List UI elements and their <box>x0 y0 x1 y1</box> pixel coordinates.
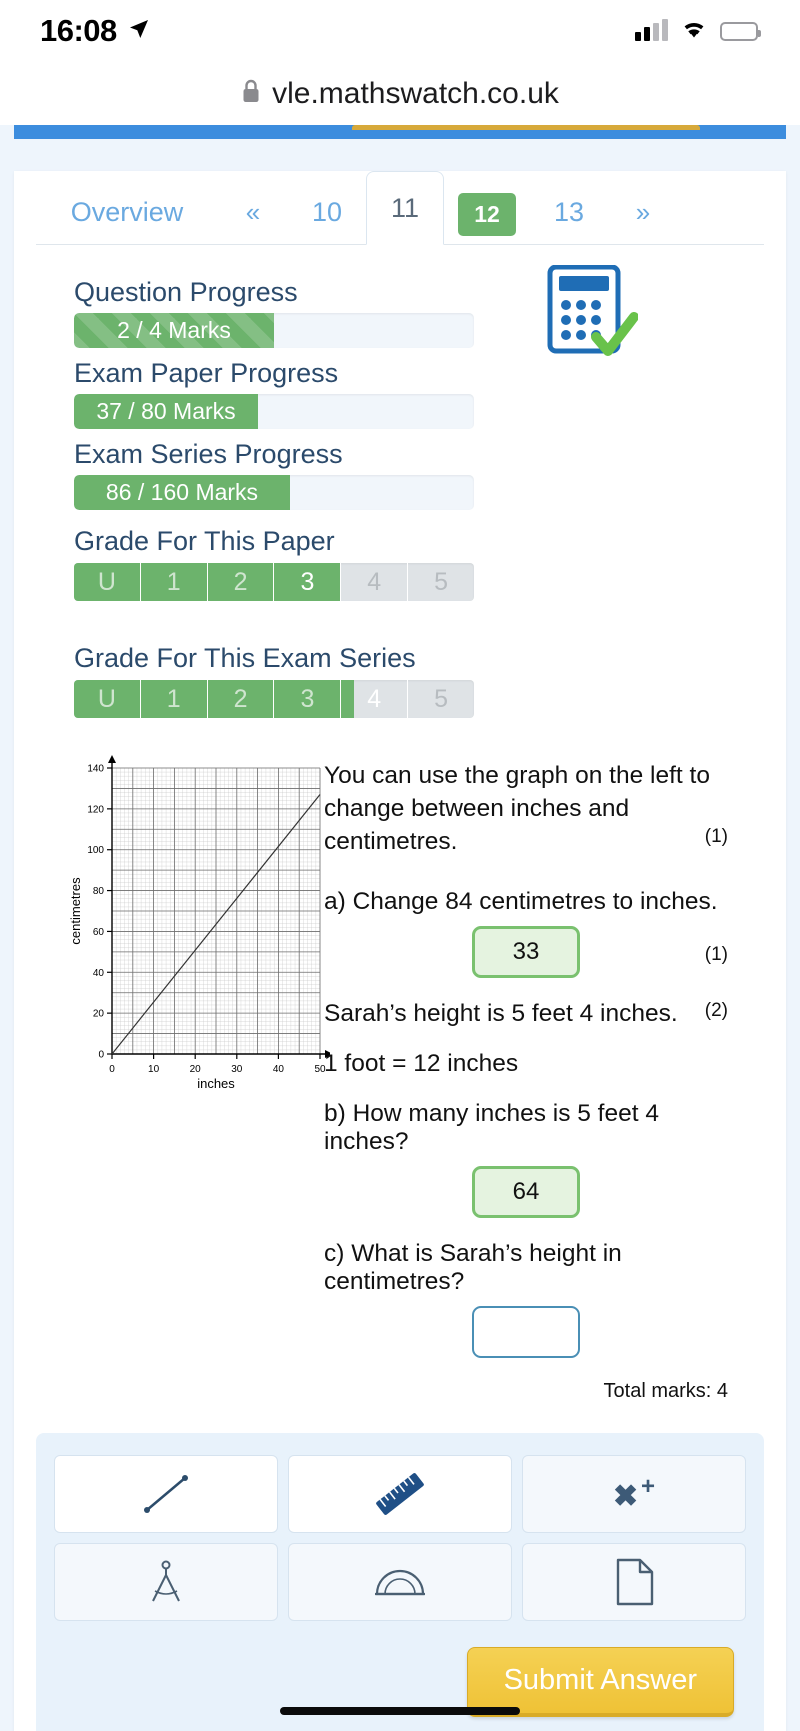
svg-text:60: 60 <box>93 927 105 938</box>
svg-text:10: 10 <box>148 1064 160 1075</box>
location-arrow-icon <box>127 17 151 46</box>
lock-icon <box>241 78 261 109</box>
tool-formula-icon[interactable]: ✖ + <box>522 1455 746 1534</box>
question-intro: You can use the graph on the left to cha… <box>324 762 710 855</box>
calculator-allowed-icon <box>546 264 639 368</box>
answer-box-a[interactable]: 33 <box>472 926 580 979</box>
grade-segment-2: 2 <box>208 563 275 601</box>
tab-prev-arrow[interactable]: « <box>218 179 288 244</box>
question-part-a-marks: (1) <box>704 826 728 847</box>
grade-segment-4: 4 <box>341 680 409 718</box>
tab-question-10[interactable]: 10 <box>288 179 366 244</box>
question-progress-fill: 2 / 4 Marks <box>74 313 274 348</box>
tab-question-13[interactable]: 13 <box>530 179 608 244</box>
grade-series-label: Grade For This Exam Series <box>74 643 416 673</box>
total-marks: Total marks: 4 <box>603 1380 728 1403</box>
grade-segment-1: 1 <box>141 563 208 601</box>
question-progress-label: Question Progress <box>74 277 298 307</box>
grade-segment-5: 5 <box>434 684 448 713</box>
tool-paper-icon[interactable] <box>522 1543 746 1622</box>
svg-text:0: 0 <box>98 1050 104 1061</box>
svg-text:40: 40 <box>93 968 105 979</box>
grade-segment-5: 5 <box>434 567 448 596</box>
exam-paper-progress-bar: 37 / 80 Marks <box>74 394 474 429</box>
tool-ruler-icon[interactable] <box>288 1455 512 1534</box>
wifi-icon <box>680 18 708 44</box>
progress-section: Question Progress 2 / 4 Marks Exam Paper… <box>14 245 786 718</box>
svg-text:20: 20 <box>190 1064 202 1075</box>
tool-ruler-line-icon[interactable] <box>54 1455 278 1534</box>
question-fact-2: 1 foot = 12 inches <box>324 1050 519 1078</box>
question-progress-bar: 2 / 4 Marks <box>74 313 474 348</box>
grade-paper-bar: U12345 <box>74 563 474 601</box>
tab-overview[interactable]: Overview <box>36 179 218 244</box>
exam-paper-progress-fill: 37 / 80 Marks <box>74 394 258 429</box>
svg-text:80: 80 <box>93 886 105 897</box>
svg-text:+: + <box>641 1473 655 1500</box>
browser-url-bar[interactable]: vle.mathswatch.co.uk <box>0 62 800 125</box>
question-text-column: You can use the graph on the left to cha… <box>314 754 786 1359</box>
url-text: vle.mathswatch.co.uk <box>272 76 559 110</box>
answer-row-a: 33 <box>324 926 728 979</box>
status-bar-left: 16:08 <box>40 13 151 49</box>
svg-text:centimetres: centimetres <box>68 877 83 945</box>
exam-card: Overview « 10 11 12 13 » Question Progre… <box>14 171 786 1731</box>
question-part-b-marks: (1) <box>704 944 728 965</box>
question-part-c-marks: (2) <box>704 1000 728 1021</box>
status-bar: 16:08 <box>0 0 800 62</box>
exam-series-progress-label: Exam Series Progress <box>74 439 343 469</box>
tool-protractor-icon[interactable] <box>288 1543 512 1622</box>
grade-paper-label: Grade For This Paper <box>74 526 335 556</box>
tab-question-11[interactable]: 11 <box>366 171 444 245</box>
exam-series-progress-fill: 86 / 160 Marks <box>74 475 290 510</box>
conversion-graph: 0 10 20 30 40 50 0 20 40 60 80 100 120 140 inches centi… <box>14 754 333 1358</box>
svg-text:30: 30 <box>231 1064 243 1075</box>
page-top-gold-accent <box>352 125 700 130</box>
tab-question-12[interactable]: 12 <box>444 193 530 244</box>
home-indicator[interactable] <box>280 1707 520 1715</box>
question-part-a: a) Change 84 centimetres to inches. <box>324 888 718 916</box>
tool-grid: ✖ + <box>54 1455 746 1622</box>
grade-segment-3: 3 <box>274 680 342 718</box>
status-bar-right <box>635 18 761 44</box>
cellular-signal-icon <box>635 19 668 41</box>
exam-paper-progress-label: Exam Paper Progress <box>74 358 339 388</box>
grade-segment-3: 3 <box>274 563 342 601</box>
svg-text:0: 0 <box>109 1064 115 1075</box>
grade-segment-U: U <box>74 680 141 718</box>
tool-row-top: ✖ + <box>54 1455 746 1534</box>
question-part-b: b) How many inches is 5 feet 4 inches? <box>324 1100 659 1156</box>
svg-text:20: 20 <box>93 1009 105 1020</box>
question-part-c: c) What is Sarah’s height in centimetres… <box>324 1240 622 1296</box>
conversion-graph-svg: 0 10 20 30 40 50020406080100120140inchescenti… <box>68 755 333 1091</box>
tool-panel: ✖ + Submit Answer <box>36 1433 764 1731</box>
exam-series-progress-bar: 86 / 160 Marks <box>74 475 474 510</box>
answer-box-b[interactable]: 64 <box>472 1166 580 1219</box>
answer-row-c <box>324 1306 728 1359</box>
tool-compass-icon[interactable] <box>54 1543 278 1622</box>
tab-next-arrow[interactable]: » <box>608 179 678 244</box>
tool-row-bottom <box>54 1543 746 1622</box>
status-time: 16:08 <box>40 13 117 48</box>
tab-question-12-badge: 12 <box>458 193 516 236</box>
svg-text:inches: inches <box>197 1076 235 1091</box>
question-fact-1: Sarah’s height is 5 feet 4 inches. <box>324 1000 678 1028</box>
svg-text:140: 140 <box>87 764 104 775</box>
svg-text:120: 120 <box>87 804 104 815</box>
svg-text:40: 40 <box>273 1064 285 1075</box>
grade-series-bar: U12345 <box>74 680 474 718</box>
grade-segment-U: U <box>74 563 141 601</box>
page-body: Overview « 10 11 12 13 » Question Progre… <box>0 125 800 1731</box>
svg-text:✖: ✖ <box>613 1480 638 1513</box>
question-section: 0 10 20 30 40 50 0 20 40 60 80 100 120 140 inches centi… <box>14 718 786 1359</box>
question-tabs: Overview « 10 11 12 13 » <box>36 171 764 245</box>
answer-row-b: 64 <box>324 1166 728 1219</box>
svg-text:100: 100 <box>87 845 104 856</box>
battery-low-power-icon <box>720 21 761 41</box>
grade-segment-4: 4 <box>341 563 409 601</box>
grade-segment-1: 1 <box>141 680 208 718</box>
progress-bars: Question Progress 2 / 4 Marks Exam Paper… <box>14 277 786 718</box>
answer-box-c[interactable] <box>472 1306 580 1359</box>
grade-segment-2: 2 <box>208 680 275 718</box>
